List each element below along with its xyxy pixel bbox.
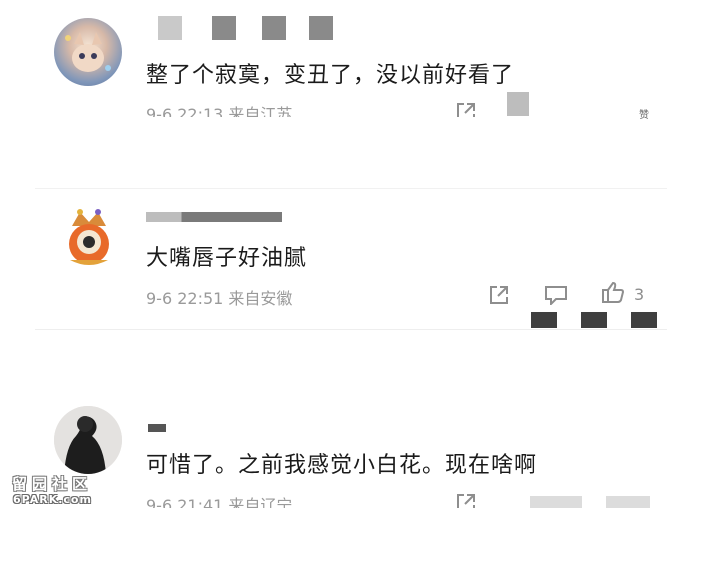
like-label[interactable]: 赞 xyxy=(639,106,649,121)
pixelated-block xyxy=(606,496,650,508)
pixelated-block xyxy=(530,496,582,508)
pixelated-block xyxy=(631,312,657,328)
share-icon[interactable] xyxy=(455,492,477,508)
comment-meta: 9-6 22:13 来自江苏 xyxy=(146,105,293,117)
like-count: 3 xyxy=(634,285,645,304)
thumbs-up-icon[interactable] xyxy=(601,281,625,303)
username-pixelated[interactable] xyxy=(146,212,282,222)
comment-icon[interactable] xyxy=(544,285,568,305)
comment-text: 大嘴唇子好油腻 xyxy=(146,246,308,271)
pixelated-block xyxy=(581,312,607,328)
comment-meta: 9-6 22:51 来自安徽 xyxy=(146,289,293,308)
user-avatar[interactable] xyxy=(58,208,120,270)
watermark-logo-text: 留园社区 xyxy=(12,475,93,493)
comment-text: 整了个寂寞，变丑了，没以前好看了 xyxy=(146,63,515,88)
user-avatar[interactable] xyxy=(54,406,122,474)
username-pixelated[interactable] xyxy=(148,424,166,432)
comment-item-3: 可惜了。之前我感觉小白花。现在啥啊 9-6 21:41 来自辽宁 xyxy=(0,400,702,572)
share-icon[interactable] xyxy=(455,101,477,117)
watermark-logo-url: 6PARK.com xyxy=(13,493,92,506)
comment-text: 可惜了。之前我感觉小白花。现在啥啊 xyxy=(146,453,538,478)
share-icon[interactable] xyxy=(488,284,510,306)
username-pixelated[interactable] xyxy=(158,16,338,40)
comment-item-2: 大嘴唇子好油腻 9-6 22:51 来自安徽 3 xyxy=(0,188,702,328)
avatar-illustration xyxy=(65,32,111,72)
pixel-block xyxy=(212,16,236,40)
comment-item-1: 整了个寂寞，变丑了，没以前好看了 9-6 22:13 来自江苏 赞 xyxy=(0,0,702,150)
pixelated-comment-icon[interactable] xyxy=(507,92,529,116)
pixelated-block xyxy=(531,312,557,328)
pixel-block xyxy=(309,16,333,40)
avatar-photo xyxy=(54,406,122,474)
comment-meta: 9-6 21:41 来自辽宁 xyxy=(146,496,293,508)
pixel-block xyxy=(158,16,182,40)
pixel-block xyxy=(262,16,286,40)
avatar-illustration xyxy=(69,209,109,265)
user-avatar[interactable] xyxy=(54,18,122,86)
